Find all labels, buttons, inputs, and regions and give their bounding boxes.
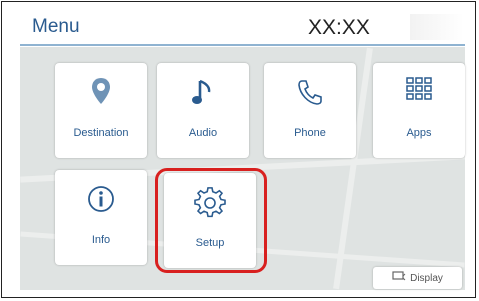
- info-label: Info: [91, 234, 111, 246]
- apps-grid-icon: [373, 77, 465, 111]
- apps-label: Apps: [406, 127, 432, 139]
- info-icon: [55, 184, 147, 218]
- location-pin-icon: [55, 77, 147, 111]
- clock: XX:XX: [308, 16, 370, 39]
- phone-button[interactable]: Phone: [264, 63, 356, 158]
- display-button[interactable]: Display: [373, 267, 462, 289]
- display-icon: [392, 271, 406, 285]
- phone-label: Phone: [294, 127, 326, 139]
- audio-label: Audio: [188, 127, 218, 139]
- setup-highlight-outline: [155, 168, 267, 273]
- header-fade: [410, 14, 464, 40]
- apps-button[interactable]: Apps: [373, 63, 465, 158]
- destination-button[interactable]: Destination: [55, 63, 147, 158]
- display-label: Display: [410, 272, 443, 284]
- header-bar: Menu XX:XX: [20, 10, 465, 46]
- menu-title: Menu: [32, 16, 80, 37]
- destination-label: Destination: [73, 127, 129, 139]
- phone-icon: [264, 77, 356, 111]
- audio-button[interactable]: Audio: [157, 63, 249, 158]
- music-note-icon: [157, 77, 249, 111]
- info-button[interactable]: Info: [55, 170, 147, 265]
